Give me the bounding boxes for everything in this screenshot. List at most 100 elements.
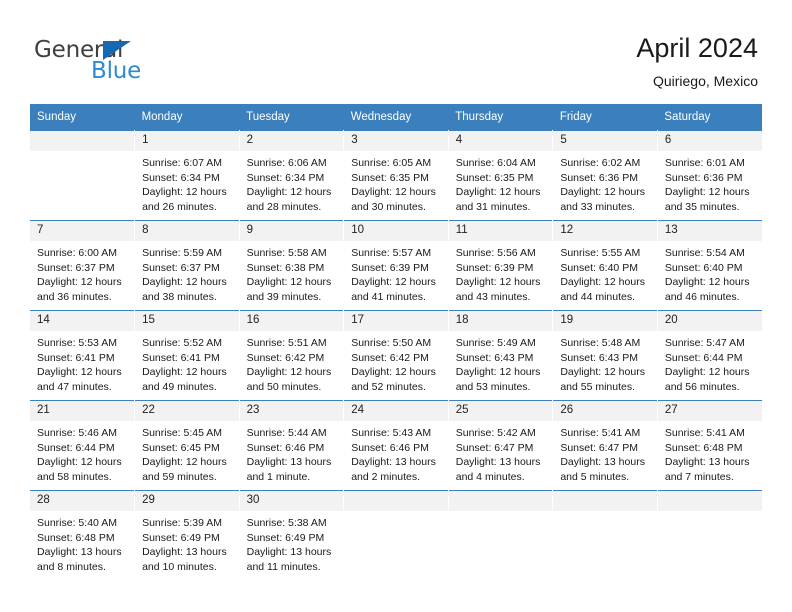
day-cell[interactable]: 12 Sunrise: 5:55 AM Sunset: 6:40 PM Dayl… <box>552 220 658 311</box>
day-number <box>344 491 448 511</box>
day-cell[interactable]: 6 Sunrise: 6:01 AM Sunset: 6:36 PM Dayli… <box>657 130 762 221</box>
day-details: Sunrise: 5:54 AM Sunset: 6:40 PM Dayligh… <box>658 241 762 304</box>
day-cell[interactable]: 28 Sunrise: 5:40 AM Sunset: 6:48 PM Dayl… <box>30 490 136 580</box>
page-title: April 2024 <box>636 33 758 63</box>
sunset-text: Sunset: 6:43 PM <box>560 351 638 364</box>
day-cell[interactable] <box>657 490 762 580</box>
sunrise-text: Sunrise: 5:59 AM <box>142 247 223 259</box>
day-cell[interactable] <box>448 490 554 580</box>
day-cell[interactable]: 26 Sunrise: 5:41 AM Sunset: 6:47 PM Dayl… <box>552 400 658 491</box>
sunset-text: Sunset: 6:36 PM <box>664 171 743 184</box>
day-cell[interactable] <box>343 490 449 580</box>
day-details <box>658 511 762 516</box>
day-cell[interactable]: 15 Sunrise: 5:52 AM Sunset: 6:41 PM Dayl… <box>134 310 240 401</box>
logo-text-blue: Blue <box>91 58 142 84</box>
day-cell[interactable]: 29 Sunrise: 5:39 AM Sunset: 6:49 PM Dayl… <box>134 490 240 580</box>
calendar-grid: Sunday Monday Tuesday Wednesday Thursday… <box>30 104 762 580</box>
day-details: Sunrise: 5:56 AM Sunset: 6:39 PM Dayligh… <box>449 241 553 304</box>
daylight-text: Daylight: 13 hours and 8 minutes. <box>37 546 122 573</box>
day-cell[interactable]: 9 Sunrise: 5:58 AM Sunset: 6:38 PM Dayli… <box>239 220 345 311</box>
week-row: 1 Sunrise: 6:07 AM Sunset: 6:34 PM Dayli… <box>30 130 762 221</box>
daylight-text: Daylight: 12 hours and 59 minutes. <box>142 456 227 483</box>
day-number: 22 <box>135 401 239 421</box>
day-of-week-header-row: Sunday Monday Tuesday Wednesday Thursday… <box>30 104 762 131</box>
day-details: Sunrise: 6:00 AM Sunset: 6:37 PM Dayligh… <box>30 241 134 304</box>
day-cell[interactable]: 19 Sunrise: 5:48 AM Sunset: 6:43 PM Dayl… <box>552 310 658 401</box>
day-details <box>344 511 448 516</box>
sunset-text: Sunset: 6:39 PM <box>351 261 429 274</box>
general-blue-logo[interactable]: General Blue <box>34 38 234 88</box>
calendar-page: General Blue April 2024 Quiriego, Mexico… <box>0 0 792 612</box>
day-details: Sunrise: 5:40 AM Sunset: 6:48 PM Dayligh… <box>30 511 134 574</box>
day-header-thursday: Thursday <box>448 104 553 131</box>
daylight-text: Daylight: 12 hours and 43 minutes. <box>455 276 541 303</box>
sunrise-text: Sunrise: 6:01 AM <box>664 157 745 169</box>
day-cell[interactable]: 2 Sunrise: 6:06 AM Sunset: 6:34 PM Dayli… <box>239 130 345 221</box>
daylight-text: Daylight: 12 hours and 53 minutes. <box>455 366 541 393</box>
sunrise-text: Sunrise: 5:50 AM <box>351 337 432 349</box>
page-subtitle: Quiriego, Mexico <box>652 73 758 89</box>
sunset-text: Sunset: 6:37 PM <box>142 261 220 274</box>
day-cell[interactable]: 14 Sunrise: 5:53 AM Sunset: 6:41 PM Dayl… <box>30 310 136 401</box>
day-cell[interactable]: 1 Sunrise: 6:07 AM Sunset: 6:34 PM Dayli… <box>134 130 240 221</box>
sunrise-text: Sunrise: 5:48 AM <box>560 337 641 349</box>
daylight-text: Daylight: 13 hours and 5 minutes. <box>560 456 645 483</box>
day-number <box>657 491 762 511</box>
sunrise-text: Sunrise: 5:42 AM <box>455 427 536 439</box>
day-cell[interactable]: 3 Sunrise: 6:05 AM Sunset: 6:35 PM Dayli… <box>343 130 449 221</box>
daylight-text: Daylight: 13 hours and 4 minutes. <box>455 456 541 483</box>
sunrise-text: Sunrise: 5:54 AM <box>664 247 745 259</box>
daylight-text: Daylight: 12 hours and 49 minutes. <box>142 366 227 393</box>
daylight-text: Daylight: 13 hours and 1 minute. <box>246 456 332 483</box>
day-cell[interactable]: 18 Sunrise: 5:49 AM Sunset: 6:43 PM Dayl… <box>448 310 554 401</box>
day-number: 12 <box>553 221 657 241</box>
day-number: 6 <box>657 131 762 151</box>
daylight-text: Daylight: 12 hours and 36 minutes. <box>37 276 122 303</box>
day-details: Sunrise: 5:58 AM Sunset: 6:38 PM Dayligh… <box>240 241 344 304</box>
sunrise-text: Sunrise: 5:39 AM <box>142 517 223 529</box>
sunrise-text: Sunrise: 6:05 AM <box>351 157 432 169</box>
day-cell[interactable]: 5 Sunrise: 6:02 AM Sunset: 6:36 PM Dayli… <box>552 130 658 221</box>
day-cell[interactable]: 23 Sunrise: 5:44 AM Sunset: 6:46 PM Dayl… <box>239 400 345 491</box>
daylight-text: Daylight: 12 hours and 44 minutes. <box>560 276 645 303</box>
day-details: Sunrise: 5:38 AM Sunset: 6:49 PM Dayligh… <box>240 511 344 574</box>
day-cell[interactable]: 13 Sunrise: 5:54 AM Sunset: 6:40 PM Dayl… <box>657 220 762 311</box>
day-header-wednesday: Wednesday <box>343 104 449 131</box>
sunset-text: Sunset: 6:41 PM <box>142 351 220 364</box>
day-cell[interactable]: 8 Sunrise: 5:59 AM Sunset: 6:37 PM Dayli… <box>134 220 240 311</box>
day-cell[interactable]: 7 Sunrise: 6:00 AM Sunset: 6:37 PM Dayli… <box>30 220 136 311</box>
day-cell[interactable]: 16 Sunrise: 5:51 AM Sunset: 6:42 PM Dayl… <box>239 310 345 401</box>
day-cell[interactable]: 20 Sunrise: 5:47 AM Sunset: 6:44 PM Dayl… <box>657 310 762 401</box>
day-details <box>30 151 134 156</box>
sunset-text: Sunset: 6:42 PM <box>246 351 325 364</box>
day-details: Sunrise: 6:02 AM Sunset: 6:36 PM Dayligh… <box>553 151 657 214</box>
sunset-text: Sunset: 6:39 PM <box>455 261 534 274</box>
week-row: 21 Sunrise: 5:46 AM Sunset: 6:44 PM Dayl… <box>30 400 762 491</box>
sunrise-text: Sunrise: 5:46 AM <box>37 427 117 439</box>
day-cell[interactable]: 17 Sunrise: 5:50 AM Sunset: 6:42 PM Dayl… <box>343 310 449 401</box>
day-cell[interactable]: 11 Sunrise: 5:56 AM Sunset: 6:39 PM Dayl… <box>448 220 554 311</box>
title-block: April 2024 Quiriego, Mexico <box>636 32 758 90</box>
day-cell[interactable]: 22 Sunrise: 5:45 AM Sunset: 6:45 PM Dayl… <box>134 400 240 491</box>
day-cell[interactable]: 10 Sunrise: 5:57 AM Sunset: 6:39 PM Dayl… <box>343 220 449 311</box>
day-cell[interactable]: 25 Sunrise: 5:42 AM Sunset: 6:47 PM Dayl… <box>448 400 554 491</box>
daylight-text: Daylight: 12 hours and 35 minutes. <box>664 186 750 213</box>
day-details: Sunrise: 5:44 AM Sunset: 6:46 PM Dayligh… <box>240 421 344 484</box>
sunrise-text: Sunrise: 6:06 AM <box>246 157 327 169</box>
day-cell[interactable]: 30 Sunrise: 5:38 AM Sunset: 6:49 PM Dayl… <box>239 490 345 580</box>
day-cell[interactable]: 21 Sunrise: 5:46 AM Sunset: 6:44 PM Dayl… <box>30 400 136 491</box>
day-number <box>448 491 553 511</box>
daylight-text: Daylight: 13 hours and 11 minutes. <box>246 546 332 573</box>
day-header-sunday: Sunday <box>30 104 135 131</box>
day-cell[interactable]: 4 Sunrise: 6:04 AM Sunset: 6:35 PM Dayli… <box>448 130 554 221</box>
day-number: 20 <box>657 311 762 331</box>
day-cell[interactable] <box>552 490 658 580</box>
sunset-text: Sunset: 6:36 PM <box>560 171 638 184</box>
day-cell[interactable]: 27 Sunrise: 5:41 AM Sunset: 6:48 PM Dayl… <box>657 400 762 491</box>
daylight-text: Daylight: 12 hours and 38 minutes. <box>142 276 227 303</box>
day-cell[interactable] <box>30 130 136 221</box>
day-cell[interactable]: 24 Sunrise: 5:43 AM Sunset: 6:46 PM Dayl… <box>343 400 449 491</box>
day-number: 9 <box>239 221 344 241</box>
sunset-text: Sunset: 6:48 PM <box>37 531 115 544</box>
day-details: Sunrise: 6:01 AM Sunset: 6:36 PM Dayligh… <box>658 151 762 214</box>
